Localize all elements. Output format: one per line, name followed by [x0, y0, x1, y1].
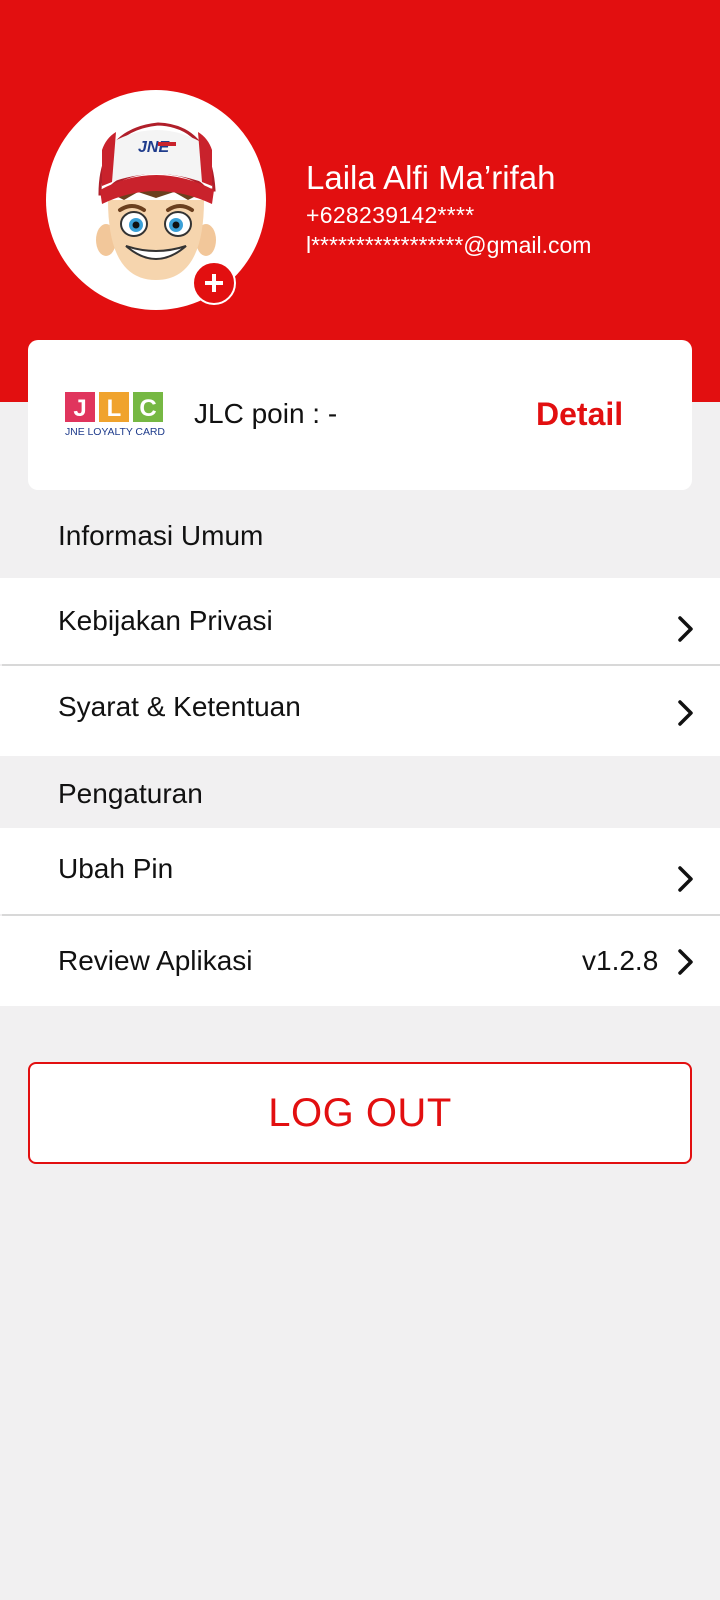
- menu-item-label: Kebijakan Privasi: [58, 605, 273, 636]
- chevron-right-icon: [678, 616, 693, 642]
- jlc-logo-icon: J L C JNE LOYALTY CARD: [65, 392, 165, 438]
- add-photo-button[interactable]: [192, 261, 236, 305]
- chevron-right-icon: [678, 700, 693, 726]
- menu-item-review-aplikasi[interactable]: Review Aplikasi v1.2.8: [0, 916, 720, 1006]
- jlc-card: J L C JNE LOYALTY CARD JLC poin : - Deta…: [28, 340, 692, 490]
- profile-phone: +628239142****: [306, 202, 475, 228]
- chevron-right-icon: [678, 949, 693, 975]
- logout-button[interactable]: LOG OUT: [28, 1062, 692, 1164]
- menu-item-label: Syarat & Ketentuan: [58, 691, 301, 722]
- profile-email: l*****************@gmail.com: [306, 232, 592, 258]
- menu-item-label: Review Aplikasi: [58, 945, 253, 976]
- jlc-poin-text: JLC poin : -: [194, 398, 338, 429]
- menu-item-ubah-pin[interactable]: Ubah Pin: [0, 828, 720, 914]
- chevron-right-icon: [678, 866, 693, 892]
- svg-text:JNE: JNE: [138, 139, 170, 156]
- jlc-detail-button[interactable]: Detail: [536, 394, 623, 434]
- section-title-informasi-umum: Informasi Umum: [58, 520, 264, 551]
- svg-text:J: J: [73, 395, 86, 422]
- plus-icon: [205, 274, 223, 292]
- section-title-pengaturan: Pengaturan: [58, 778, 203, 809]
- profile-name: Laila Alfi Ma’rifah: [306, 159, 556, 196]
- svg-text:C: C: [139, 395, 156, 422]
- svg-text:JNE LOYALTY CARD: JNE LOYALTY CARD: [65, 426, 165, 438]
- svg-text:L: L: [107, 395, 122, 422]
- menu-item-kebijakan-privasi[interactable]: Kebijakan Privasi: [0, 578, 720, 664]
- menu-item-syarat-ketentuan[interactable]: Syarat & Ketentuan: [0, 666, 720, 756]
- menu-item-label: Ubah Pin: [58, 853, 174, 884]
- app-version: v1.2.8: [582, 945, 659, 976]
